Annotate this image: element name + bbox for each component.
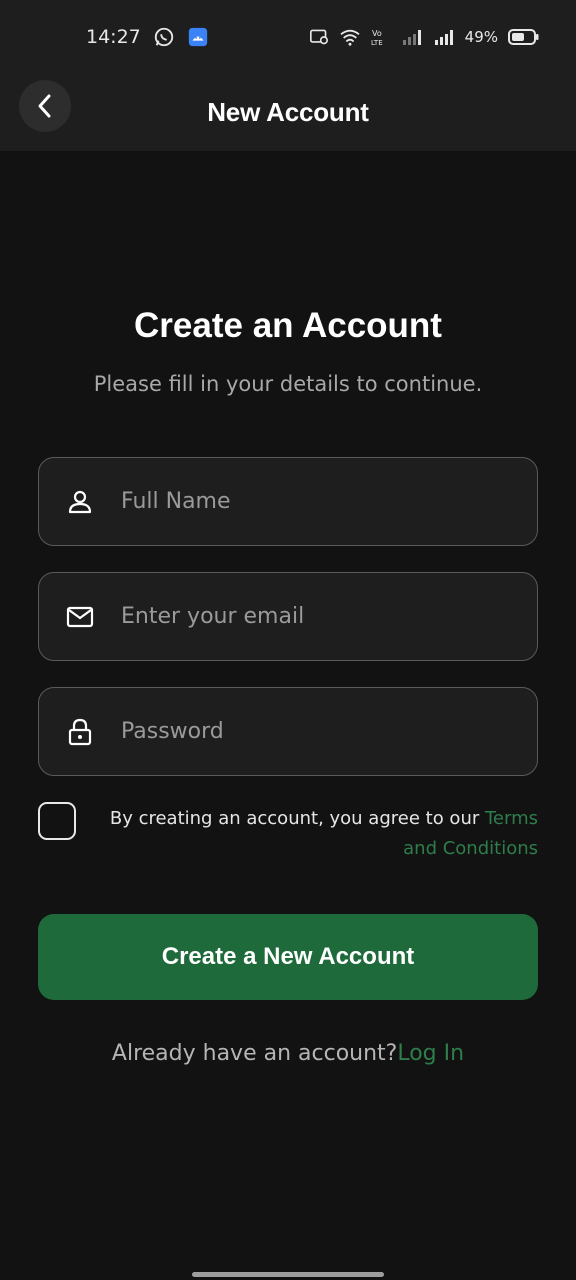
header-title: New Account	[207, 97, 369, 127]
app-header: New Account	[0, 74, 576, 151]
signal-icon	[401, 28, 423, 46]
login-prompt-text: Already have an account?	[111, 1041, 398, 1066]
cast-icon	[309, 28, 329, 46]
whatsapp-icon	[153, 26, 175, 48]
mail-icon	[65, 602, 95, 632]
password-input[interactable]	[121, 719, 501, 744]
create-account-button[interactable]: Create a New Account	[38, 914, 538, 1000]
login-link[interactable]: Log In	[397, 1041, 464, 1066]
status-left: 14:27	[86, 26, 209, 48]
volte-icon: Vo LTE	[371, 27, 391, 47]
page-subtitle: Please fill in your details to continue.	[93, 372, 483, 396]
home-indicator	[192, 1272, 384, 1277]
svg-text:LTE: LTE	[371, 39, 383, 47]
svg-text:Vo: Vo	[372, 29, 382, 38]
terms-checkbox[interactable]	[38, 802, 76, 840]
android-app-icon	[187, 26, 209, 48]
status-bar: 14:27 Vo LTE 49%	[0, 0, 576, 74]
full-name-field[interactable]	[38, 457, 538, 546]
terms-row: By creating an account, you agree to our…	[38, 802, 538, 866]
chevron-left-icon	[34, 93, 56, 119]
status-right: Vo LTE 49%	[309, 27, 540, 47]
lock-icon	[65, 717, 95, 747]
battery-icon	[508, 28, 540, 46]
page-title: Create an Account	[134, 306, 442, 345]
status-time: 14:27	[86, 26, 141, 48]
full-name-input[interactable]	[121, 489, 501, 514]
battery-percent: 49%	[464, 28, 498, 46]
password-field[interactable]	[38, 687, 538, 776]
terms-text: By creating an account, you agree to our…	[108, 804, 538, 864]
person-icon	[65, 487, 95, 517]
wifi-icon	[339, 28, 361, 46]
email-input[interactable]	[121, 604, 501, 629]
signal-icon	[433, 28, 455, 46]
terms-prefix: By creating an account, you agree to our	[109, 808, 485, 829]
back-button[interactable]	[19, 80, 71, 132]
login-prompt: Already have an account?Log In	[0, 1041, 576, 1066]
email-field[interactable]	[38, 572, 538, 661]
sign-up-screen: 14:27 Vo LTE 49% New Account Create an A…	[0, 0, 576, 1280]
